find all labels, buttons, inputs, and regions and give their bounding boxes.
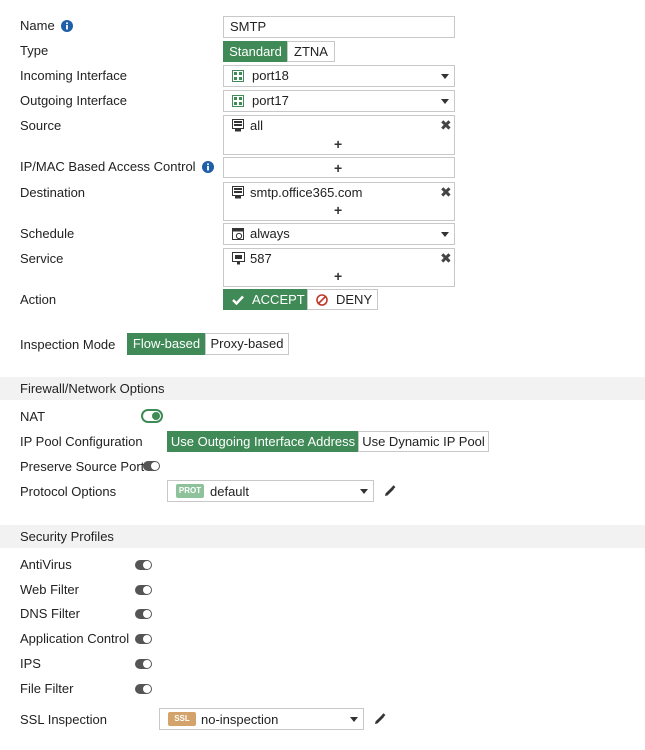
- address-icon: [232, 186, 244, 199]
- ippool-label: IP Pool Configuration: [20, 434, 143, 449]
- info-icon[interactable]: [201, 161, 214, 173]
- name-value: SMTP: [230, 19, 267, 34]
- service-value: 587: [250, 251, 272, 266]
- dns-filter-toggle[interactable]: [135, 609, 152, 619]
- remove-service-icon[interactable]: ✖: [440, 251, 452, 265]
- ssl-badge: SSL: [168, 712, 196, 726]
- file-filter-toggle[interactable]: [135, 684, 152, 694]
- name-input[interactable]: SMTP: [223, 16, 455, 38]
- deny-icon: [316, 294, 328, 306]
- preserve-source-port-toggle[interactable]: [143, 461, 160, 471]
- ippool-outgoing-option[interactable]: Use Outgoing Interface Address: [167, 431, 359, 452]
- type-standard-option[interactable]: Standard: [223, 41, 288, 62]
- chevron-down-icon: [350, 717, 358, 722]
- incoming-interface-select[interactable]: port18: [223, 65, 455, 87]
- ssl-inspection-label: SSL Inspection: [20, 712, 107, 727]
- protocol-options-select[interactable]: PROT default: [167, 480, 374, 502]
- action-label: Action: [20, 292, 57, 307]
- address-icon: [232, 119, 244, 132]
- chevron-down-icon: [360, 489, 368, 494]
- edit-ssl-pencil-icon[interactable]: [373, 713, 386, 726]
- schedule-icon: [232, 228, 244, 240]
- remove-source-icon[interactable]: ✖: [440, 118, 452, 132]
- destination-field[interactable]: smtp.office365.com ✖ +: [223, 182, 455, 221]
- antivirus-label: AntiVirus: [20, 557, 72, 572]
- destination-label: Destination: [20, 185, 86, 200]
- outgoing-interface-label: Outgoing Interface: [20, 93, 127, 108]
- remove-destination-icon[interactable]: ✖: [440, 185, 452, 199]
- preserve-source-port-label: Preserve Source Port: [20, 459, 145, 474]
- web-filter-label: Web Filter: [20, 582, 79, 597]
- port-icon: [232, 70, 244, 82]
- service-field[interactable]: 587 ✖ +: [223, 248, 455, 287]
- chevron-down-icon: [441, 74, 449, 79]
- accept-button[interactable]: ACCEPT: [223, 289, 307, 310]
- application-control-label: Application Control: [20, 631, 130, 646]
- inspection-flow-option[interactable]: Flow-based: [127, 333, 206, 355]
- dns-filter-label: DNS Filter: [20, 606, 80, 621]
- protocol-options-label: Protocol Options: [20, 484, 117, 499]
- add-destination-icon[interactable]: +: [334, 203, 342, 217]
- application-control-toggle[interactable]: [135, 634, 152, 644]
- source-field[interactable]: all ✖ +: [223, 115, 455, 155]
- source-value: all: [250, 118, 264, 133]
- ssl-inspection-value: no-inspection: [201, 712, 279, 727]
- protocol-options-value: default: [210, 484, 250, 499]
- chevron-down-icon: [441, 99, 449, 104]
- edit-protocol-pencil-icon[interactable]: [383, 485, 396, 498]
- incoming-interface-value: port18: [252, 68, 289, 83]
- nat-toggle[interactable]: [141, 409, 163, 423]
- prot-badge: PROT: [176, 484, 204, 498]
- inspection-mode-label: Inspection Mode: [20, 337, 116, 352]
- chevron-down-icon: [441, 232, 449, 237]
- schedule-label: Schedule: [20, 226, 75, 241]
- web-filter-toggle[interactable]: [135, 585, 152, 595]
- security-profiles-header: Security Profiles: [0, 525, 645, 548]
- service-icon: [232, 252, 245, 265]
- type-ztna-option[interactable]: ZTNA: [287, 41, 335, 62]
- name-label: Name: [20, 18, 73, 34]
- source-label: Source: [20, 118, 62, 133]
- schedule-value: always: [250, 226, 290, 241]
- checkmark-icon: [232, 295, 244, 305]
- outgoing-interface-value: port17: [252, 93, 289, 108]
- file-filter-label: File Filter: [20, 681, 74, 696]
- ipmac-label: IP/MAC Based Access Control: [20, 159, 214, 175]
- ippool-dynamic-option[interactable]: Use Dynamic IP Pool: [358, 431, 489, 452]
- accept-label: ACCEPT: [252, 292, 305, 307]
- add-source-icon[interactable]: +: [334, 137, 342, 151]
- add-service-icon[interactable]: +: [334, 269, 342, 283]
- destination-value: smtp.office365.com: [250, 185, 363, 200]
- nat-label: NAT: [20, 409, 46, 424]
- deny-label: DENY: [336, 292, 373, 307]
- ips-toggle[interactable]: [135, 659, 152, 669]
- antivirus-toggle[interactable]: [135, 560, 152, 570]
- port-icon: [232, 95, 244, 107]
- ips-label: IPS: [20, 656, 41, 671]
- deny-button[interactable]: DENY: [307, 289, 378, 310]
- outgoing-interface-select[interactable]: port17: [223, 90, 455, 112]
- add-ipmac-icon[interactable]: +: [334, 161, 342, 175]
- inspection-proxy-option[interactable]: Proxy-based: [205, 333, 289, 355]
- firewall-section-header: Firewall/Network Options: [0, 377, 645, 400]
- incoming-interface-label: Incoming Interface: [20, 68, 127, 83]
- type-label: Type: [20, 43, 49, 58]
- info-icon[interactable]: [60, 20, 73, 32]
- ipmac-field[interactable]: +: [223, 157, 455, 178]
- service-label: Service: [20, 251, 64, 266]
- ssl-inspection-select[interactable]: SSL no-inspection: [159, 708, 364, 730]
- schedule-select[interactable]: always: [223, 223, 455, 245]
